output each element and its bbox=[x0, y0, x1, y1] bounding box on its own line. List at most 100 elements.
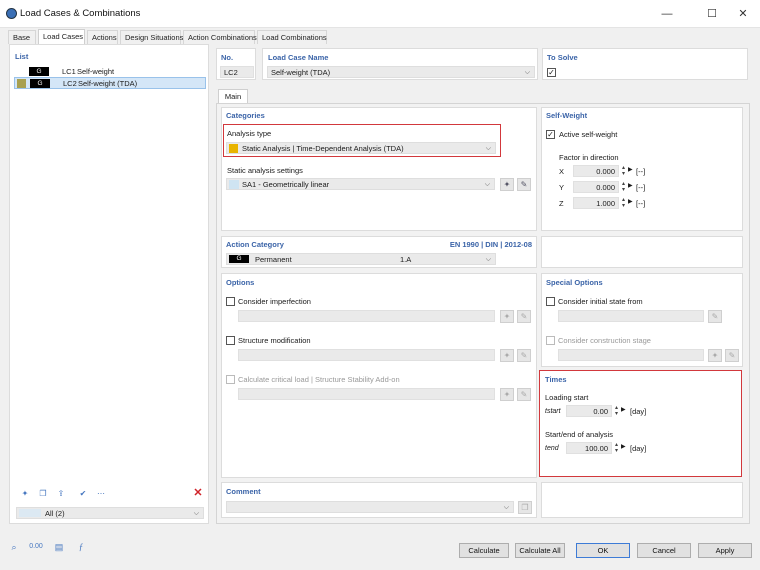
search-icon[interactable]: ⌕ bbox=[6, 540, 22, 554]
tend-input[interactable]: 100.00 bbox=[566, 442, 612, 454]
calculate-all-button[interactable]: Calculate All bbox=[515, 543, 565, 558]
self-weight-title: Self-Weight bbox=[546, 111, 588, 120]
table-icon[interactable]: ▤ bbox=[51, 540, 67, 554]
spin-y[interactable]: ▴ ▾ bbox=[620, 181, 627, 193]
static-settings-value: SA1 - Geometrically linear bbox=[242, 180, 330, 189]
tab-action-combinations[interactable]: Action Combinations bbox=[183, 30, 257, 44]
title-bar: Load Cases & Combinations — ☐ ✕ bbox=[0, 0, 760, 28]
imperfection-label: Consider imperfection bbox=[238, 297, 311, 306]
comment-dropdown[interactable]: ⌵ bbox=[226, 501, 514, 513]
active-self-weight-checkbox[interactable]: ✓ bbox=[546, 130, 555, 139]
minimize-button[interactable]: — bbox=[652, 4, 682, 24]
chevron-down-icon: ⌵ bbox=[503, 504, 509, 511]
special-options-title: Special Options bbox=[546, 278, 603, 287]
edit-initial-icon[interactable]: ✎ bbox=[708, 310, 722, 323]
spin-tend[interactable]: ▴ ▾ bbox=[613, 442, 620, 454]
list-filter-dropdown[interactable]: All (2) ⌵ bbox=[16, 507, 204, 519]
arrow-right-icon[interactable]: ▶ bbox=[621, 443, 626, 450]
filter-swatch bbox=[19, 509, 41, 517]
edit-construction-icon: ✎ bbox=[725, 349, 739, 362]
spin-z[interactable]: ▴ ▾ bbox=[620, 197, 627, 209]
static-settings-label: Static analysis settings bbox=[227, 166, 303, 175]
action-category-title: Action Category bbox=[226, 240, 284, 249]
factor-z-input[interactable]: 1.000 bbox=[573, 197, 619, 209]
tab-design-situations[interactable]: Design Situations bbox=[120, 30, 183, 44]
chevron-down-icon: ⌵ bbox=[485, 145, 491, 152]
factor-x-input[interactable]: 0.000 bbox=[573, 165, 619, 177]
filter-value: All (2) bbox=[45, 509, 65, 518]
tab-base[interactable]: Base bbox=[8, 30, 36, 44]
settings-swatch bbox=[229, 180, 239, 189]
import-icon[interactable]: ⇪ bbox=[54, 488, 68, 501]
action-category-code: 1.A bbox=[400, 255, 412, 264]
units-icon[interactable]: 0.00 bbox=[28, 540, 44, 554]
chevron-down-icon: ⌵ bbox=[485, 256, 491, 263]
list-panel: List G LC1 Self-weight G LC2 Self-weight… bbox=[9, 44, 209, 524]
action-tag: G bbox=[29, 67, 49, 76]
new-item-icon[interactable]: ✦ bbox=[18, 488, 32, 501]
tab-load-combinations[interactable]: Load Combinations bbox=[257, 30, 327, 44]
list-item[interactable]: G LC1 Self-weight bbox=[14, 66, 206, 77]
name-panel: Load Case Name Self-weight (TDA) ⌵ bbox=[262, 48, 538, 80]
copy-comment-icon[interactable]: ❐ bbox=[518, 501, 532, 514]
critical-load-label: Calculate critical load | Structure Stab… bbox=[238, 375, 400, 384]
axis-label-x: X bbox=[559, 167, 565, 176]
spin-x[interactable]: ▴ ▾ bbox=[620, 165, 627, 177]
new-settings-icon[interactable]: ✦ bbox=[500, 178, 514, 191]
chevron-down-icon: ⌵ bbox=[524, 69, 530, 76]
to-solve-checkbox[interactable]: ✓ bbox=[547, 68, 556, 77]
new-imperfection-icon[interactable]: ✦ bbox=[500, 310, 514, 323]
empty-panel bbox=[541, 236, 743, 268]
modification-checkbox[interactable] bbox=[226, 336, 235, 345]
tab-actions[interactable]: Actions bbox=[87, 30, 118, 44]
arrow-right-icon[interactable]: ▶ bbox=[628, 198, 633, 205]
copy-item-icon[interactable]: ❐ bbox=[36, 488, 50, 501]
action-tag: G bbox=[229, 255, 249, 263]
tab-main[interactable]: Main bbox=[218, 89, 248, 103]
uncheck-icon[interactable]: ⋯ bbox=[94, 488, 108, 501]
color-marker bbox=[17, 79, 26, 88]
close-button[interactable]: ✕ bbox=[728, 4, 758, 24]
tab-load-cases[interactable]: Load Cases bbox=[38, 29, 85, 44]
tstart-input[interactable]: 0.00 bbox=[566, 405, 612, 417]
imperfection-field bbox=[238, 310, 495, 322]
imperfection-checkbox[interactable] bbox=[226, 297, 235, 306]
edit-settings-icon[interactable]: ✎ bbox=[517, 178, 531, 191]
analysis-type-dropdown[interactable]: Static Analysis | Time-Dependent Analysi… bbox=[226, 142, 496, 154]
initial-state-label: Consider initial state from bbox=[558, 297, 643, 306]
spin-tstart[interactable]: ▴ ▾ bbox=[613, 405, 620, 417]
initial-state-field bbox=[558, 310, 704, 322]
standard-label: EN 1990 | DIN | 2012-08 bbox=[449, 240, 532, 249]
list-title: List bbox=[15, 52, 29, 61]
initial-state-checkbox[interactable] bbox=[546, 297, 555, 306]
edit-imperfection-icon[interactable]: ✎ bbox=[517, 310, 531, 323]
check-all-icon[interactable]: ✔ bbox=[76, 488, 90, 501]
arrow-right-icon[interactable]: ▶ bbox=[628, 182, 633, 189]
modification-label: Structure modification bbox=[238, 336, 311, 345]
action-category-name: Permanent bbox=[255, 255, 292, 264]
construction-stage-label: Consider construction stage bbox=[558, 336, 651, 345]
arrow-right-icon[interactable]: ▶ bbox=[621, 406, 626, 413]
name-dropdown[interactable]: Self-weight (TDA) ⌵ bbox=[267, 66, 535, 78]
arrow-right-icon[interactable]: ▶ bbox=[628, 166, 633, 173]
static-settings-dropdown[interactable]: SA1 - Geometrically linear ⌵ bbox=[226, 178, 495, 190]
apply-button[interactable]: Apply bbox=[698, 543, 752, 558]
action-category-dropdown[interactable]: G Permanent 1.A ⌵ bbox=[226, 253, 496, 265]
edit-modification-icon[interactable]: ✎ bbox=[517, 349, 531, 362]
list-item-id: LC2 bbox=[63, 79, 77, 88]
maximize-button[interactable]: ☐ bbox=[697, 4, 727, 24]
list-item[interactable]: G LC2 Self-weight (TDA) bbox=[14, 77, 206, 89]
function-icon[interactable]: ƒ bbox=[73, 540, 89, 554]
comment-title: Comment bbox=[226, 487, 261, 496]
number-field[interactable]: LC2 bbox=[220, 66, 254, 78]
cancel-button[interactable]: Cancel bbox=[637, 543, 691, 558]
times-title: Times bbox=[545, 375, 567, 384]
ok-button[interactable]: OK bbox=[576, 543, 630, 558]
tstart-symbol: tstart bbox=[545, 408, 561, 415]
new-modification-icon[interactable]: ✦ bbox=[500, 349, 514, 362]
unit-y: [--] bbox=[636, 183, 646, 192]
delete-icon[interactable]: ✕ bbox=[191, 488, 205, 501]
chevron-down-icon: ⌵ bbox=[193, 510, 199, 517]
factor-y-input[interactable]: 0.000 bbox=[573, 181, 619, 193]
calculate-button[interactable]: Calculate bbox=[459, 543, 509, 558]
